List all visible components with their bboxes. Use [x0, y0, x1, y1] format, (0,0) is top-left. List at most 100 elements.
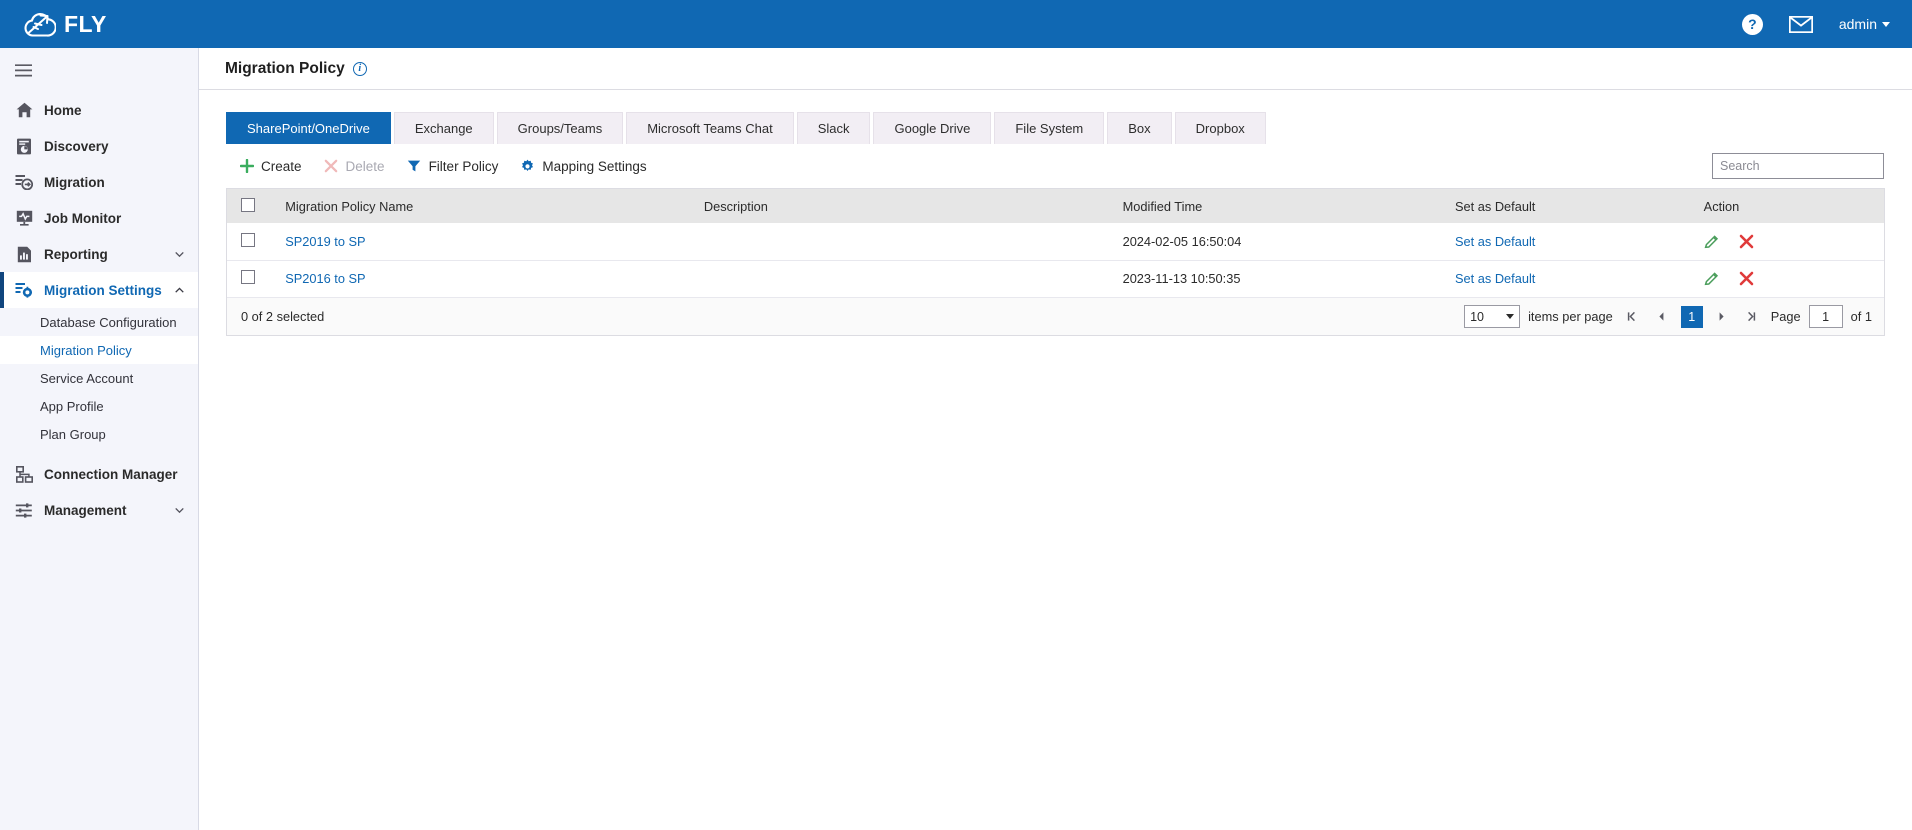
migration-settings-icon [15, 281, 33, 299]
sidebar-subitem-database-configuration[interactable]: Database Configuration [0, 308, 198, 336]
edit-pencil-icon[interactable] [1704, 271, 1719, 286]
search-box[interactable] [1712, 153, 1884, 179]
column-header-action: Action [1693, 189, 1884, 223]
first-page-button[interactable] [1621, 306, 1643, 328]
delete-button[interactable]: Delete [324, 159, 385, 174]
sidebar-item-job-monitor[interactable]: Job Monitor [0, 200, 198, 236]
content-area: SharePoint/OneDrive Exchange Groups/Team… [199, 90, 1912, 336]
last-page-button[interactable] [1741, 306, 1763, 328]
tab-exchange[interactable]: Exchange [393, 112, 494, 144]
tab-google-drive[interactable]: Google Drive [873, 112, 992, 144]
tab-sharepoint-onedrive[interactable]: SharePoint/OneDrive [226, 112, 391, 144]
sidebar-item-label: Migration Settings [44, 282, 162, 298]
page-number-1-button[interactable]: 1 [1680, 305, 1703, 328]
sidebar-subitem-label: App Profile [40, 398, 104, 414]
table-row[interactable]: SP2019 to SP 2024-02-05 16:50:04 Set as … [227, 223, 1884, 260]
hamburger-icon[interactable] [0, 48, 198, 92]
tab-microsoft-teams-chat[interactable]: Microsoft Teams Chat [626, 112, 794, 144]
sidebar-item-discovery[interactable]: Discovery [0, 128, 198, 164]
chevron-right-icon [1719, 312, 1724, 321]
sidebar: Home Discovery Migration Job Monitor Rep… [0, 48, 199, 830]
tab-label: Microsoft Teams Chat [647, 121, 773, 136]
policy-name-link[interactable]: SP2019 to SP [285, 234, 365, 249]
tab-label: SharePoint/OneDrive [247, 121, 370, 136]
table-row[interactable]: SP2016 to SP 2023-11-13 10:50:35 Set as … [227, 259, 1884, 297]
mail-icon[interactable] [1788, 15, 1813, 33]
help-icon[interactable]: ? [1741, 13, 1763, 35]
sidebar-item-label: Discovery [44, 138, 109, 154]
set-as-default-link[interactable]: Set as Default [1455, 271, 1535, 286]
next-page-button[interactable] [1711, 306, 1733, 328]
row-set-as-default-cell: Set as Default [1444, 223, 1694, 260]
row-name-cell: SP2019 to SP [275, 223, 694, 260]
brand-logo[interactable]: FLY [22, 11, 107, 38]
page-number-input[interactable] [1808, 305, 1843, 328]
select-all-header [227, 189, 276, 223]
delete-x-icon[interactable] [1739, 234, 1754, 249]
items-per-page-select[interactable]: 10 [1464, 305, 1521, 328]
select-all-checkbox[interactable] [241, 197, 255, 212]
sidebar-item-migration-settings[interactable]: Migration Settings [0, 272, 198, 308]
tab-box[interactable]: Box [1107, 112, 1172, 144]
create-button[interactable]: Create [239, 159, 302, 174]
sidebar-subitem-label: Plan Group [40, 426, 106, 442]
row-checkbox[interactable] [241, 232, 255, 247]
column-header-description[interactable]: Description [693, 189, 1113, 223]
filter-policy-button[interactable]: Filter Policy [407, 159, 498, 174]
sidebar-subitem-label: Migration Policy [40, 342, 132, 358]
reporting-icon [15, 245, 33, 263]
sidebar-item-reporting[interactable]: Reporting [0, 236, 198, 272]
tab-label: Box [1128, 121, 1151, 136]
management-icon [15, 501, 33, 519]
delete-x-icon[interactable] [1739, 271, 1754, 286]
column-header-set-as-default[interactable]: Set as Default [1444, 189, 1694, 223]
policy-name-link[interactable]: SP2016 to SP [285, 271, 365, 286]
sidebar-item-management[interactable]: Management [0, 492, 198, 528]
row-select-cell [227, 259, 276, 297]
policy-table-element: Migration Policy Name Description Modifi… [227, 189, 1884, 297]
sidebar-item-migration[interactable]: Migration [0, 164, 198, 200]
sidebar-item-label: Management [44, 502, 127, 518]
brand-text: FLY [64, 10, 107, 37]
column-header-name[interactable]: Migration Policy Name [275, 189, 694, 223]
sidebar-item-home[interactable]: Home [0, 92, 198, 128]
user-menu[interactable]: admin [1839, 16, 1890, 32]
table-header-row: Migration Policy Name Description Modifi… [227, 189, 1884, 223]
hamburger-lines-icon [15, 63, 32, 76]
mapping-settings-button[interactable]: Mapping Settings [520, 159, 647, 174]
sidebar-subitem-service-account[interactable]: Service Account [0, 364, 198, 392]
set-as-default-link[interactable]: Set as Default [1455, 234, 1535, 249]
selection-status: 0 of 2 selected [241, 309, 325, 324]
sidebar-subitem-label: Service Account [40, 370, 134, 386]
row-set-as-default-cell: Set as Default [1444, 259, 1694, 297]
chevron-down-icon [175, 507, 184, 513]
sidebar-subitem-app-profile[interactable]: App Profile [0, 392, 198, 420]
tab-dropbox[interactable]: Dropbox [1174, 112, 1266, 144]
tab-label: File System [1015, 121, 1084, 136]
sidebar-subitem-plan-group[interactable]: Plan Group [0, 420, 198, 448]
tab-groups-teams[interactable]: Groups/Teams [496, 112, 624, 144]
items-per-page-value: 10 [1470, 309, 1484, 324]
edit-pencil-icon[interactable] [1704, 234, 1719, 249]
sidebar-item-label: Reporting [44, 246, 108, 262]
sidebar-subitem-migration-policy[interactable]: Migration Policy [0, 336, 198, 364]
last-page-icon [1748, 311, 1756, 322]
search-input[interactable] [1720, 159, 1881, 173]
home-icon [15, 101, 33, 119]
close-x-icon [324, 159, 339, 174]
sidebar-item-label: Migration [44, 174, 105, 190]
previous-page-button[interactable] [1651, 306, 1673, 328]
row-action-group [1704, 234, 1874, 249]
create-button-label: Create [261, 158, 302, 174]
sidebar-item-label: Job Monitor [44, 210, 122, 226]
sidebar-item-connection-manager[interactable]: Connection Manager [0, 456, 198, 492]
column-header-modified-time[interactable]: Modified Time [1112, 189, 1445, 223]
tab-file-system[interactable]: File System [994, 112, 1105, 144]
tab-slack[interactable]: Slack [796, 112, 871, 144]
info-icon[interactable]: i [352, 61, 367, 76]
row-select-cell [227, 223, 276, 260]
tab-label: Slack [817, 121, 850, 136]
row-checkbox[interactable] [241, 270, 255, 285]
tab-label: Exchange [414, 121, 473, 136]
table-footer: 0 of 2 selected 10 items per page 1 Page… [227, 297, 1884, 335]
